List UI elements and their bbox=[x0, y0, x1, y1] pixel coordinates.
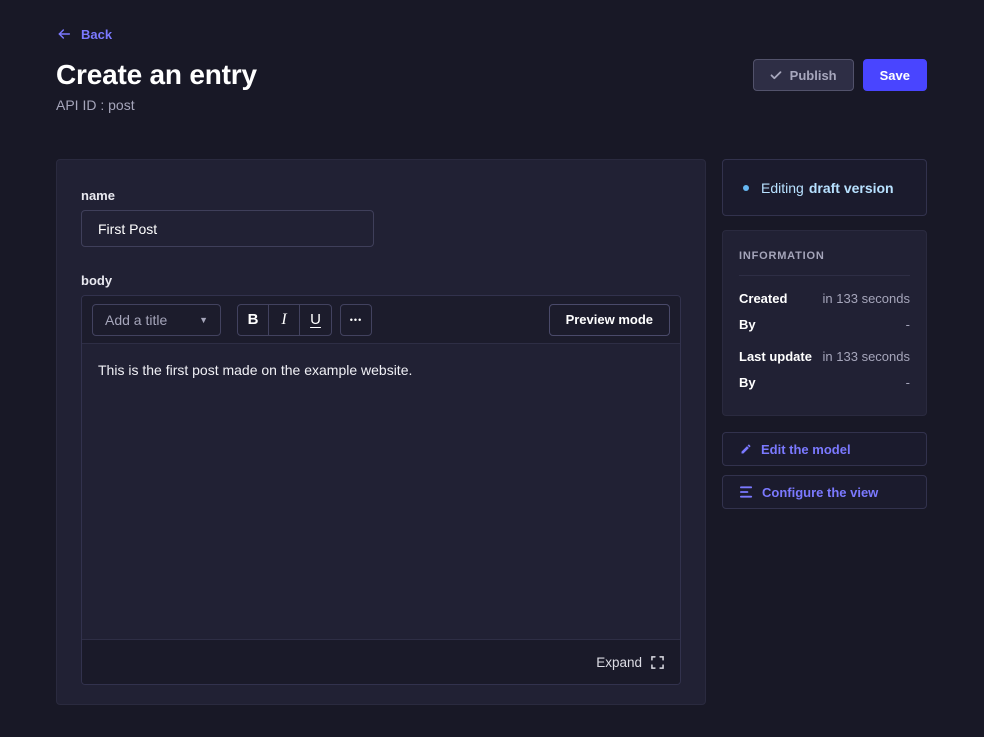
bold-button[interactable]: B bbox=[238, 305, 269, 335]
title-style-select-label: Add a title bbox=[105, 312, 167, 328]
info-label: Created bbox=[739, 291, 787, 306]
edit-model-label: Edit the model bbox=[761, 442, 851, 457]
information-panel: INFORMATION Created in 133 seconds By - … bbox=[722, 230, 927, 416]
chevron-down-icon: ▼ bbox=[199, 315, 208, 325]
expand-icon bbox=[651, 656, 664, 669]
preview-mode-button[interactable]: Preview mode bbox=[549, 304, 670, 336]
save-button[interactable]: Save bbox=[863, 59, 927, 91]
title-style-select[interactable]: Add a title ▼ bbox=[92, 304, 221, 336]
body-field-label: body bbox=[81, 273, 681, 288]
publish-button[interactable]: Publish bbox=[753, 59, 854, 91]
info-label: By bbox=[739, 375, 756, 390]
draft-status-prefix: Editing bbox=[761, 180, 804, 196]
info-row-created-by: By - bbox=[739, 317, 910, 332]
info-value: - bbox=[906, 375, 910, 390]
underline-button[interactable]: U bbox=[300, 305, 331, 335]
divider bbox=[739, 275, 910, 276]
draft-status-box: Editing draft version bbox=[722, 159, 927, 216]
body-field: body Add a title ▼ B I U bbox=[81, 273, 681, 685]
content-area: name body Add a title ▼ B I U bbox=[0, 159, 984, 705]
info-row-updated-by: By - bbox=[739, 375, 910, 390]
info-value: - bbox=[906, 317, 910, 332]
name-field-label: name bbox=[81, 188, 681, 203]
page-header: Back Create an entry Publish Save API ID… bbox=[0, 0, 984, 115]
check-icon bbox=[770, 69, 782, 81]
draft-status-emphasis: draft version bbox=[809, 180, 894, 196]
editor-paragraph: This is the first post made on the examp… bbox=[98, 362, 412, 378]
name-input[interactable] bbox=[81, 210, 374, 247]
page-subtitle: API ID : post bbox=[56, 95, 927, 115]
page-title: Create an entry bbox=[56, 57, 257, 93]
expand-button[interactable]: Expand bbox=[596, 655, 664, 670]
create-entry-page: Back Create an entry Publish Save API ID… bbox=[0, 0, 984, 737]
format-button-group: B I U bbox=[237, 304, 332, 336]
more-options-button[interactable]: ••• bbox=[340, 304, 372, 336]
editor-footer: Expand bbox=[82, 639, 680, 684]
arrow-left-icon bbox=[56, 26, 72, 42]
back-label: Back bbox=[81, 27, 112, 42]
italic-button[interactable]: I bbox=[269, 305, 300, 335]
publish-label: Publish bbox=[790, 68, 837, 83]
status-dot-icon bbox=[743, 185, 749, 191]
entry-form-card: name body Add a title ▼ B I U bbox=[56, 159, 706, 705]
rich-text-editor: Add a title ▼ B I U ••• Preview mode bbox=[81, 295, 681, 685]
pencil-icon bbox=[740, 443, 752, 455]
info-value: in 133 seconds bbox=[823, 291, 910, 306]
sidebar: Editing draft version INFORMATION Create… bbox=[722, 159, 927, 518]
info-label: By bbox=[739, 317, 756, 332]
info-value: in 133 seconds bbox=[823, 349, 910, 364]
info-row-last-update: Last update in 133 seconds bbox=[739, 349, 910, 364]
layout-lines-icon bbox=[740, 486, 753, 498]
configure-view-button[interactable]: Configure the view bbox=[722, 475, 927, 509]
ellipsis-icon: ••• bbox=[350, 315, 362, 325]
editor-content[interactable]: This is the first post made on the examp… bbox=[82, 344, 680, 639]
configure-view-label: Configure the view bbox=[762, 485, 878, 500]
expand-label: Expand bbox=[596, 655, 642, 670]
edit-model-button[interactable]: Edit the model bbox=[722, 432, 927, 466]
info-label: Last update bbox=[739, 349, 812, 364]
information-heading: INFORMATION bbox=[739, 250, 910, 262]
draft-status-text: Editing draft version bbox=[761, 180, 894, 196]
back-link[interactable]: Back bbox=[56, 26, 112, 42]
editor-toolbar: Add a title ▼ B I U ••• Preview mode bbox=[82, 296, 680, 344]
info-row-created: Created in 133 seconds bbox=[739, 291, 910, 306]
header-actions: Publish Save bbox=[753, 59, 927, 91]
